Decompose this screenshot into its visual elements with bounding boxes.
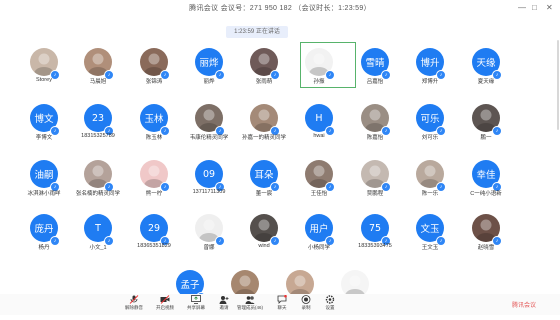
toolbar-button-video-off[interactable]: 开启视频 xyxy=(152,295,178,315)
participant-tile[interactable]: ♪ 张名楠的精灵同学 xyxy=(71,160,125,210)
participant-name: 冰淇淋小雨咩 xyxy=(27,191,61,197)
participant-name: 李博文 xyxy=(35,135,53,141)
participant-tile[interactable]: 幸佳 ♪ C一纯小语新 xyxy=(459,160,513,210)
participant-name: 丽烨 xyxy=(203,79,215,85)
screen-share-icon xyxy=(183,295,209,304)
participant-tile[interactable]: 油嗣 ♪ 冰淇淋小雨咩 xyxy=(17,160,71,210)
participant-name: Storey xyxy=(36,77,52,83)
participant-tile[interactable]: 博文 ♪ 李博文 xyxy=(17,104,71,154)
participant-name: 小杨同学 xyxy=(307,245,330,251)
participant-tile[interactable]: ♪ 贾鹏程 xyxy=(348,160,402,210)
participant-tile[interactable]: T ♪ 小文_1 xyxy=(71,214,125,264)
participant-name: 孙嘉一的精灵同学 xyxy=(241,135,286,141)
toolbar-label: 聊天 xyxy=(277,305,287,310)
participant-name: 张锦涛 xyxy=(145,79,163,85)
participant-tile[interactable]: ♪ 孙嘉一的精灵同学 xyxy=(237,104,291,154)
participant-tile[interactable]: ♪ Storey xyxy=(17,48,71,98)
participant-tile[interactable]: 可乐 ♪ 刘可乐 xyxy=(403,104,457,154)
participant-name: 王佳怡 xyxy=(310,191,328,197)
members-icon xyxy=(237,295,263,304)
participant-name: hwai xyxy=(313,133,325,139)
participant-name: 赵晓雪 xyxy=(477,245,495,251)
toolbar-label: 邀请 xyxy=(219,305,229,310)
toolbar-label: 解除静音 xyxy=(125,305,143,310)
participant-name: 曾娜 xyxy=(203,245,215,251)
toolbar-button-mic-off[interactable]: 解除静音 xyxy=(121,295,147,315)
participant-tile[interactable]: 天缘 ♪ 夏天缘 xyxy=(459,48,513,98)
participant-name: 郑博升 xyxy=(421,79,439,85)
participant-tile[interactable]: 23 ♪ 18315325789 xyxy=(71,104,125,154)
mic-off-icon xyxy=(121,295,147,304)
participant-tile[interactable]: ♪ 鹏一 xyxy=(459,104,513,154)
participant-tile[interactable]: ♪ 陈嘉怡 xyxy=(348,104,402,154)
participant-name: 18315325789 xyxy=(81,133,115,139)
participant-tile[interactable]: 用户 ♪ 小杨同学 xyxy=(292,214,346,264)
participant-tile[interactable]: ♪ 马晨旭 xyxy=(71,48,125,98)
participant-tile[interactable]: 耳朵 ♪ 董一宸 xyxy=(237,160,291,210)
participant-grid: ♪ Storey ♪ 马晨旭 ♪ 张锦涛 丽烨 ♪ 丽烨 ♪ 张雨萌 ♪ 孙振 雪晴 ♪ 吕嘉怡 博升 ♪ 郑博升天… xyxy=(0,0,560,315)
participant-name: 夏天缘 xyxy=(477,79,495,85)
participant-tile[interactable]: 文玉 ♪ 王文玉 xyxy=(403,214,457,264)
participant-tile[interactable]: 丽烨 ♪ 丽烨 xyxy=(182,48,236,98)
participant-tile[interactable]: 75 ♪ 18335393475 xyxy=(348,214,402,264)
participant-tile[interactable]: ♪ 韦康伦精灵同学 xyxy=(182,104,236,154)
toolbar-label: 管理成员(46) xyxy=(237,305,264,310)
participant-tile[interactable]: ♪ 张雨萌 xyxy=(237,48,291,98)
participant-tile[interactable]: ♪ 陈一乐 xyxy=(403,160,457,210)
participant-name: 张名楠的精灵同学 xyxy=(75,191,120,197)
participant-tile[interactable]: ♪ 张锦涛 xyxy=(127,48,181,98)
participant-tile[interactable]: ♪ 王佳怡 xyxy=(292,160,346,210)
participant-name: 吕嘉怡 xyxy=(366,79,384,85)
participant-tile[interactable]: H ♪ hwai xyxy=(292,104,346,154)
participant-name: 鹏一 xyxy=(480,135,492,141)
participant-name: 王文玉 xyxy=(421,245,439,251)
record-icon xyxy=(293,295,319,304)
participant-tile[interactable]: 庞丹 ♪ 杨丹 xyxy=(17,214,71,264)
participant-name: 18335393475 xyxy=(358,243,392,249)
participant-name: 马晨旭 xyxy=(89,79,107,85)
toolbar-button-settings[interactable]: 设置 xyxy=(317,295,343,315)
toolbar-button-members[interactable]: 管理成员(46) xyxy=(237,295,263,315)
video-off-icon xyxy=(152,295,178,304)
participant-name: 张雨萌 xyxy=(255,79,273,85)
participant-name: 小文_1 xyxy=(89,245,107,251)
invite-icon xyxy=(211,295,237,304)
participant-name: 陈玉林 xyxy=(145,135,163,141)
participant-tile[interactable]: 29 ♪ 18365351829 xyxy=(127,214,181,264)
chat-icon xyxy=(269,295,295,304)
participant-tile[interactable]: 博升 ♪ 郑博升 xyxy=(403,48,457,98)
participant-name: 刘可乐 xyxy=(421,135,439,141)
watermark: 腾讯会议 xyxy=(512,303,537,309)
participant-name: 13711711309 xyxy=(192,189,226,195)
participant-tile[interactable]: ♪ wind xyxy=(237,214,291,264)
participant-name: wind xyxy=(258,243,270,249)
participant-name: 陈一乐 xyxy=(421,191,439,197)
participant-name: 18365351829 xyxy=(137,243,171,249)
participant-name: 贾鹏程 xyxy=(366,191,384,197)
participant-tile[interactable]: 09 ♪ 13711711309 xyxy=(182,160,236,210)
settings-icon xyxy=(317,295,343,304)
participant-name: 陈嘉怡 xyxy=(366,135,384,141)
bottom-toolbar: 解除静音 开启视频 共享屏幕 邀请 管理成员(46) 聊天 录制 设置 xyxy=(0,294,560,315)
toolbar-label: 录制 xyxy=(301,305,311,310)
participant-name: C一纯小语新 xyxy=(470,191,502,197)
participant-tile[interactable]: 玉林 ♪ 陈玉林 xyxy=(127,104,181,154)
participant-tile[interactable]: ♪ 曾娜 xyxy=(182,214,236,264)
toolbar-label: 开启视频 xyxy=(156,305,174,310)
toolbar-button-chat[interactable]: 聊天 xyxy=(269,295,295,315)
participant-name: 韦康伦精灵同学 xyxy=(189,135,229,141)
scrollbar[interactable] xyxy=(557,40,559,130)
toolbar-label: 共享屏幕 xyxy=(187,305,205,310)
toolbar-button-screen-share[interactable]: 共享屏幕 xyxy=(183,295,209,315)
participant-tile[interactable]: 雪晴 ♪ 吕嘉怡 xyxy=(348,48,402,98)
active-speaker-highlight xyxy=(300,42,356,88)
toolbar-button-invite[interactable]: 邀请 xyxy=(211,295,237,315)
participant-name: 董一宸 xyxy=(255,191,273,197)
toolbar-button-record[interactable]: 录制 xyxy=(293,295,319,315)
participant-tile[interactable]: ♪ 熊一柠 xyxy=(127,160,181,210)
participant-name: 熊一柠 xyxy=(145,191,163,197)
toolbar-label: 设置 xyxy=(325,305,335,310)
participant-name: 杨丹 xyxy=(38,245,50,251)
participant-tile[interactable]: ♪ 赵晓雪 xyxy=(459,214,513,264)
